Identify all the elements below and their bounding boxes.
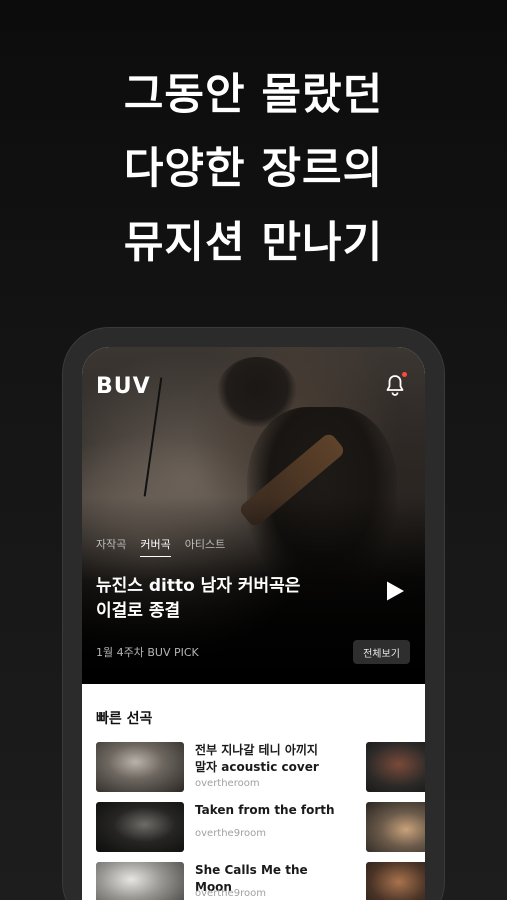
- pick-label: 1월 4주차 BUV PICK: [96, 646, 199, 659]
- song-title-line: 말자 acoustic cover: [195, 760, 319, 774]
- song-artist: overthe9room: [195, 828, 266, 839]
- song-title-line: 전부 지나갈 테니 아끼지: [195, 743, 318, 757]
- song-thumbnail[interactable]: [96, 802, 184, 852]
- headline-line-3: 뮤지션 만나기: [123, 218, 384, 268]
- headline-line-1: 그동안 몰랐던: [123, 70, 384, 120]
- notification-dot: [402, 372, 407, 377]
- song-artist: overtheroom: [195, 778, 260, 789]
- performer-head: [217, 357, 297, 427]
- song-artist: overthe9room: [195, 888, 266, 899]
- song-thumbnail[interactable]: [96, 742, 184, 792]
- song-thumbnail[interactable]: [96, 862, 184, 900]
- headline-line-2: 다양한 장르의: [123, 144, 384, 194]
- hero-title[interactable]: 뉴진스 ditto 남자 커버곡은 이걸로 종결: [96, 574, 366, 624]
- quick-pick-title: 빠른 선곡: [96, 711, 153, 727]
- app-logo[interactable]: BUV: [96, 374, 151, 399]
- list-item[interactable]: Taken from the forth overthe9room: [96, 802, 425, 852]
- app-screen: BUV 자작곡 커버곡 아티스트 뉴진스 ditto 남자 커버곡은 이걸로 종…: [82, 347, 425, 900]
- song-thumbnail[interactable]: [366, 802, 425, 852]
- song-title[interactable]: 전부 지나갈 테니 아끼지 말자 acoustic cover: [195, 742, 345, 776]
- song-thumbnail[interactable]: [366, 862, 425, 900]
- view-all-button[interactable]: 전체보기: [353, 640, 410, 664]
- promo-headline: 그동안 몰랐던 다양한 장르의 뮤지션 만나기: [0, 58, 507, 280]
- category-tabs: 자작곡 커버곡 아티스트: [96, 536, 225, 557]
- song-thumbnail[interactable]: [366, 742, 425, 792]
- tab-cover[interactable]: 커버곡: [140, 536, 171, 557]
- hero-title-line-2: 이걸로 종결: [96, 601, 181, 621]
- tab-original[interactable]: 자작곡: [96, 536, 126, 557]
- tab-artist[interactable]: 아티스트: [185, 536, 225, 557]
- hero-banner[interactable]: BUV 자작곡 커버곡 아티스트 뉴진스 ditto 남자 커버곡은 이걸로 종…: [82, 347, 425, 684]
- list-item[interactable]: She Calls Me the Moon overthe9room: [96, 862, 425, 900]
- list-item[interactable]: 전부 지나갈 테니 아끼지 말자 acoustic cover overther…: [96, 742, 425, 792]
- hero-title-line-1: 뉴진스 ditto 남자 커버곡은: [96, 576, 301, 596]
- play-icon[interactable]: [384, 580, 406, 602]
- song-title[interactable]: Taken from the forth: [195, 802, 345, 819]
- song-title-line: Taken from the forth: [195, 803, 335, 817]
